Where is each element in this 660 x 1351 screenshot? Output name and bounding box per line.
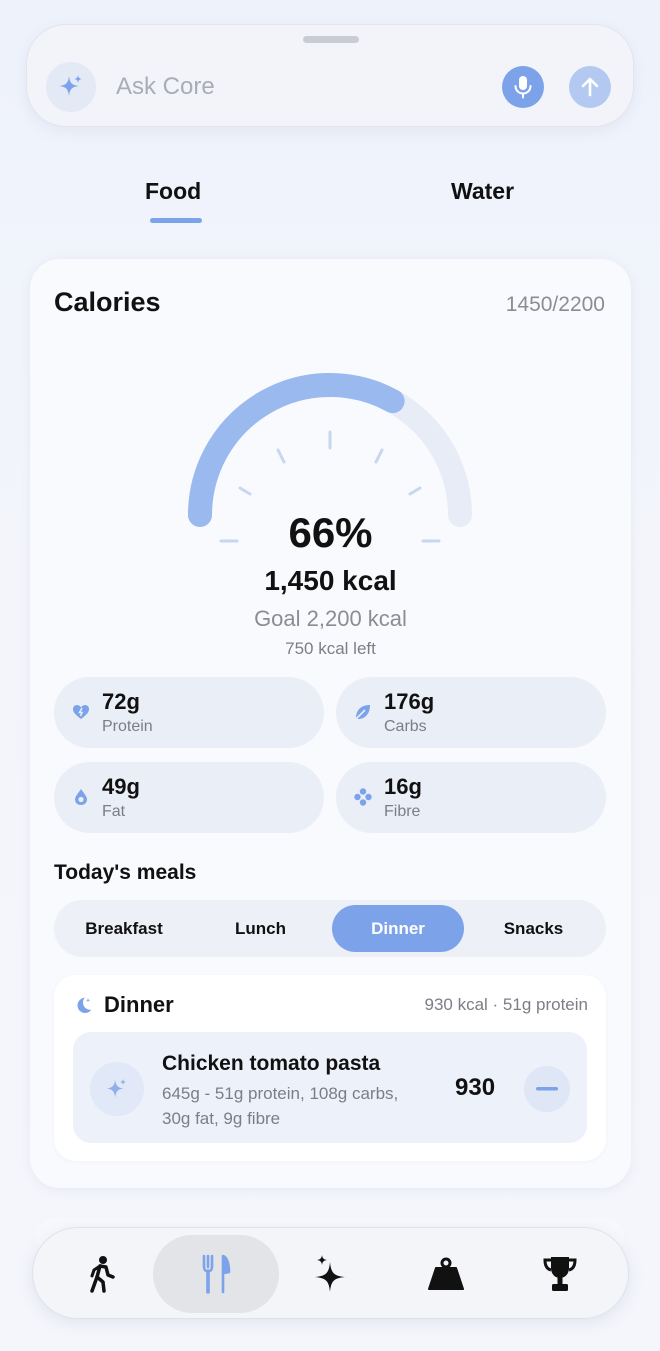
calorie-percent: 66% [288,509,373,556]
nav-weight[interactable] [383,1235,509,1313]
macro-fat[interactable]: 49g Fat [54,762,324,833]
bottom-tab-bar [32,1227,629,1319]
trophy-icon [543,1257,577,1291]
food-name: Chicken tomato pasta [162,1052,381,1075]
segment-dinner[interactable]: Dinner [332,905,464,952]
gauge-progress [188,373,405,527]
macro-label: Fat [102,803,126,820]
tab-food[interactable]: Food [145,178,201,205]
remove-food-button[interactable] [524,1066,570,1112]
macro-protein[interactable]: 72g Protein [54,677,324,748]
macro-label: Protein [102,718,153,735]
macro-value: 176g [384,689,435,714]
macro-value: 49g [102,774,140,799]
moon-icon [77,997,92,1013]
meals-heading: Today's meals [54,861,197,884]
macro-label: Carbs [384,718,427,735]
meal-section-summary: 930 kcal · 51g protein [424,995,589,1014]
flower-icon [354,788,372,806]
segment-snacks[interactable]: Snacks [466,900,601,957]
macro-fibre[interactable]: 16g Fibre [336,762,606,833]
leaf-icon [355,705,370,720]
walking-icon [90,1256,115,1293]
nav-achievements[interactable] [497,1235,623,1313]
calorie-left: 750 kcal left [285,639,376,658]
nav-food[interactable] [153,1235,279,1313]
minus-icon [536,1087,558,1091]
food-item[interactable]: Chicken tomato pasta 645g - 51g protein,… [73,1032,587,1143]
macro-carbs[interactable]: 176g Carbs [336,677,606,748]
heart-icon [73,705,89,719]
sheet-grabber[interactable] [303,36,359,43]
ask-input[interactable]: Ask Core [116,73,215,101]
segment-breakfast[interactable]: Breakfast [54,900,194,957]
calories-card: Calories 1450/2200 66% 1,450 kcal Goal 2… [30,259,631,1188]
ask-bar[interactable]: Ask Core [26,24,634,127]
macro-value: 16g [384,774,422,799]
tab-water[interactable]: Water [451,178,514,205]
meal-section-dinner: Dinner 930 kcal · 51g protein Chicken to… [54,975,606,1161]
sparkle-icon [315,1255,345,1292]
send-button[interactable] [569,66,611,108]
sparkle-icon [46,62,96,112]
nav-ai[interactable] [269,1235,395,1313]
food-kcal: 930 [455,1074,496,1101]
nav-activity[interactable] [38,1235,164,1313]
meal-section-title: Dinner [104,992,174,1017]
arrow-up-icon [581,77,599,97]
microphone-icon [514,76,532,99]
drop-icon [75,789,87,805]
macro-label: Fibre [384,803,421,820]
fork-knife-icon [202,1254,231,1294]
calorie-kcal: 1,450 kcal [264,565,397,596]
meal-segmented-control: Breakfast Lunch Dinner Snacks [54,900,606,957]
weight-icon [428,1257,464,1290]
segment-lunch[interactable]: Lunch [194,900,327,957]
calorie-goal: Goal 2,200 kcal [254,606,407,631]
sparkle-icon [90,1062,144,1116]
food-detail: 645g - 51g protein, 108g carbs, 30g fat,… [162,1084,399,1128]
macro-value: 72g [102,689,140,714]
tab-indicator [150,218,202,223]
microphone-button[interactable] [502,66,544,108]
